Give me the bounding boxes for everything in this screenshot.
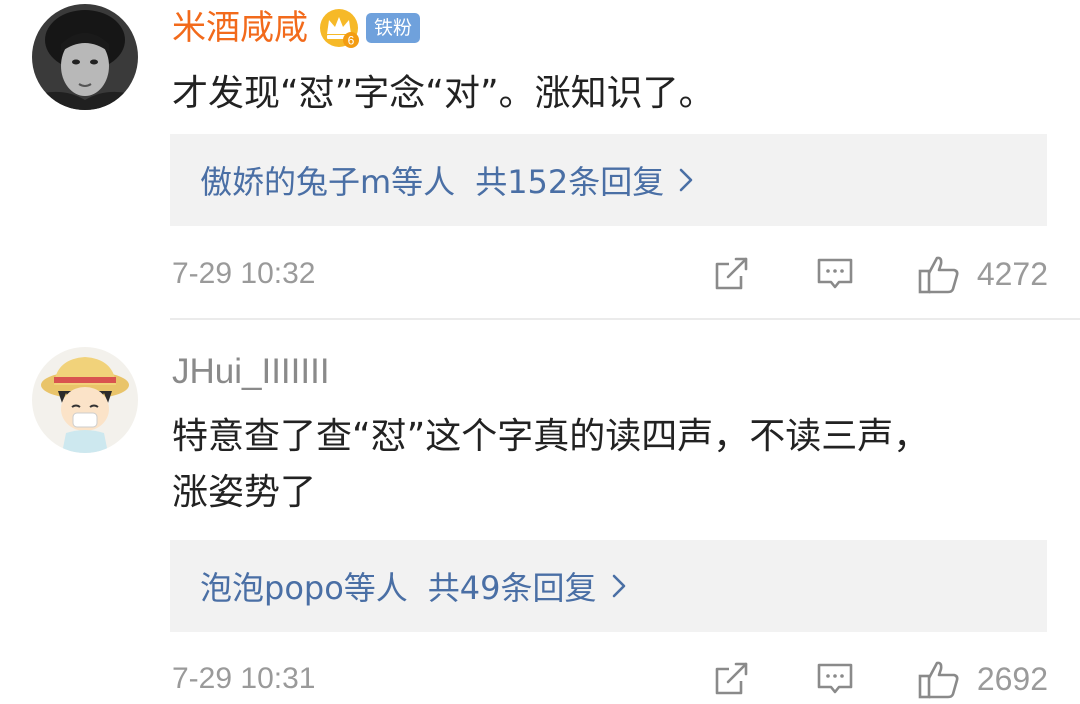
timestamp: 7-29 10:32 [172,257,316,290]
comment-item: JHui_IIIIIII 特意查了查“怼”这个字真的读四声，不读三声， 涨姿势了… [0,320,1080,704]
avatar[interactable] [32,347,138,453]
like-count: 4272 [976,255,1048,292]
comment-text: 才发现“怼”字念“对”。涨知识了。 [172,73,715,114]
fan-badge[interactable]: 铁粉 [366,13,421,43]
reply-summary[interactable]: 傲娇的兔子m等人 共152条回复 [170,134,1047,226]
chevron-right-icon [612,574,625,598]
svg-text:6: 6 [348,34,355,48]
reply-count[interactable]: 共49条回复 [428,563,597,609]
reply-users[interactable]: 傲娇的兔子m等人 [200,157,455,203]
like-count: 2692 [976,660,1048,697]
repost-icon[interactable] [711,254,751,294]
thumbs-up-icon[interactable] [917,657,961,701]
comment-list: 米酒咸咸 6 铁粉 才发现“怼”字念“对”。涨知识了。 傲娇的兔子m等人 共15… [0,0,1080,704]
name-row: 米酒咸咸 6 铁粉 [172,3,421,53]
avatar[interactable] [32,4,138,110]
reply-count[interactable]: 共152条回复 [475,157,664,203]
repost-icon[interactable] [711,659,751,699]
timestamp: 7-29 10:31 [172,662,316,695]
crown-vip-icon[interactable]: 6 [318,6,360,50]
avatar-cartoon [32,347,138,453]
comment-icon[interactable] [815,659,855,699]
chevron-right-icon [679,168,693,192]
action-bar: 2692 [711,657,1048,701]
username[interactable]: 米酒咸咸 [172,3,308,53]
avatar-photo [32,4,138,110]
name-row: JHui_IIIIIII [172,347,330,397]
comment-item: 米酒咸咸 6 铁粉 才发现“怼”字念“对”。涨知识了。 傲娇的兔子m等人 共15… [0,0,1080,318]
reply-summary[interactable]: 泡泡popo等人 共49条回复 [170,540,1047,632]
thumbs-up-icon[interactable] [917,252,961,296]
comment-text: 特意查了查“怼”这个字真的读四声，不读三声， 涨姿势了 [172,416,930,513]
username[interactable]: JHui_IIIIIII [172,347,330,397]
comment-icon[interactable] [815,254,855,294]
action-bar: 4272 [711,252,1048,296]
meta-row: 7-29 10:31 2692 [172,654,1048,704]
meta-row: 7-29 10:32 4272 [172,249,1048,299]
reply-users[interactable]: 泡泡popo等人 [200,563,408,609]
